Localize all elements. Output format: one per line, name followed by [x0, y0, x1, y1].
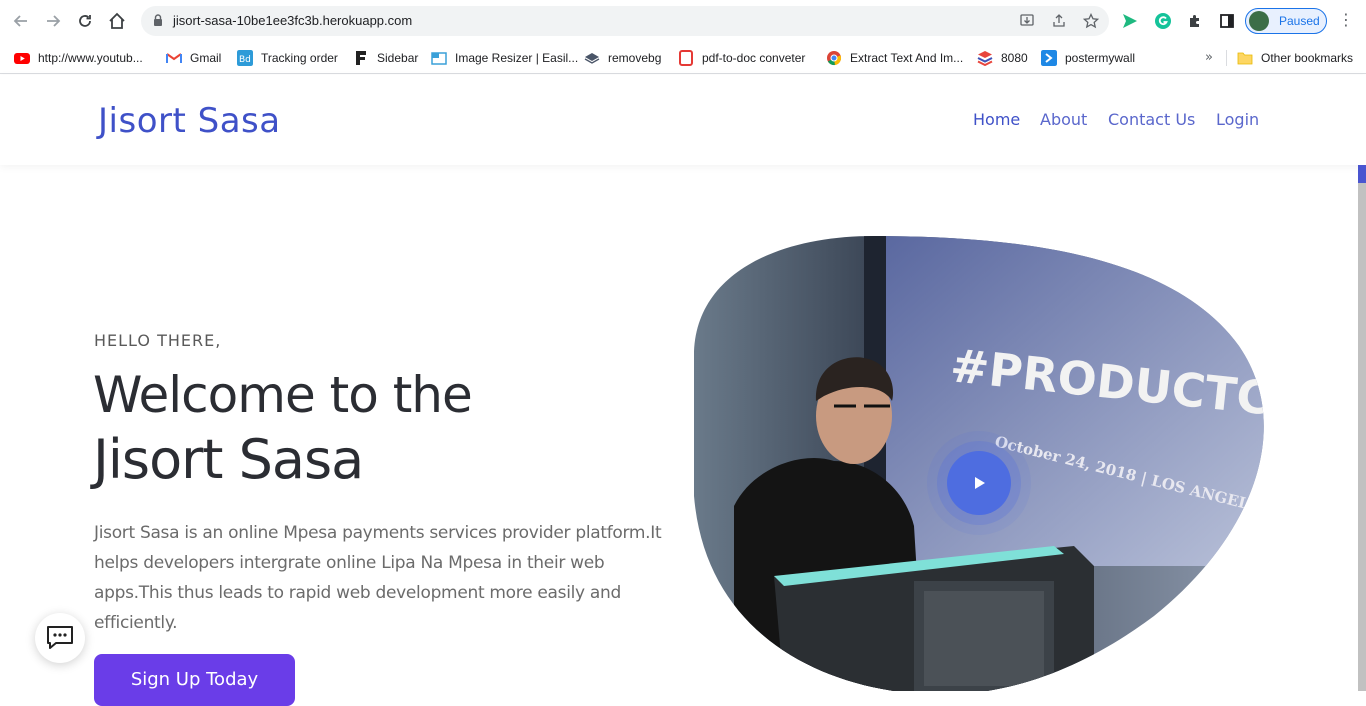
bookmarks-more-chevron[interactable]: »	[1205, 50, 1213, 65]
install-app-icon[interactable]	[1018, 13, 1036, 29]
stack-icon	[977, 51, 993, 66]
play-video-button[interactable]	[947, 451, 1011, 515]
bookmark-label: Image Resizer | Easil...	[455, 51, 579, 65]
sign-up-button[interactable]: Sign Up Today	[94, 654, 295, 706]
svg-text:Bd: Bd	[239, 55, 251, 65]
bookmark-label: 8080	[1001, 51, 1028, 65]
bookmark-label: Sidebar	[377, 51, 419, 65]
bookmark-tracking-order[interactable]: Bd Tracking order	[237, 48, 338, 68]
play-icon	[975, 477, 985, 489]
image-resizer-icon	[431, 52, 447, 65]
share-icon[interactable]	[1050, 13, 1068, 29]
bookmark-gmail[interactable]: Gmail	[166, 48, 221, 68]
nav-home[interactable]: Home	[973, 110, 1020, 129]
forward-icon[interactable]	[41, 9, 65, 33]
bd-icon: Bd	[237, 50, 253, 66]
chat-widget-button[interactable]	[35, 613, 85, 663]
profile-button[interactable]: Paused	[1245, 8, 1327, 34]
reload-icon[interactable]	[73, 9, 97, 33]
hero-title-line2: Jisort Sasa	[93, 428, 364, 491]
url-text[interactable]: jisort-sasa-10be1ee3fc3b.herokuapp.com	[173, 13, 412, 28]
bookmark-image-resizer[interactable]: Image Resizer | Easil...	[431, 48, 578, 68]
side-panel-icon[interactable]	[1217, 11, 1237, 31]
bookmark-removebg[interactable]: removebg	[584, 48, 661, 68]
site-header: Jisort Sasa Home About Contact Us Login	[0, 75, 1366, 165]
page-scrollbar[interactable]	[1358, 165, 1366, 691]
hero-eyebrow: HELLO THERE,	[94, 331, 222, 350]
bookmark-pdf-to-doc[interactable]: pdf-to-doc conveter	[678, 48, 805, 68]
bookmark-extract-text[interactable]: Extract Text And Im...	[826, 48, 963, 68]
bookmark-label: http://www.youtub...	[38, 51, 143, 65]
postermywall-icon	[1041, 50, 1057, 66]
removebg-icon	[584, 53, 600, 64]
hero-description: Jisort Sasa is an online Mpesa payments …	[94, 523, 662, 633]
pdf-icon	[679, 50, 693, 66]
bookmark-sidebar[interactable]: Sidebar	[353, 48, 418, 68]
address-bar[interactable]: jisort-sasa-10be1ee3fc3b.herokuapp.com	[141, 6, 1109, 36]
youtube-icon	[14, 53, 30, 64]
gmail-icon	[166, 53, 182, 63]
browser-toolbar: jisort-sasa-10be1ee3fc3b.herokuapp.com P…	[0, 0, 1366, 42]
bookmark-label: pdf-to-doc conveter	[702, 51, 806, 65]
bookmark-youtube[interactable]: http://www.youtub...	[14, 48, 143, 68]
extensions-puzzle-icon[interactable]	[1185, 11, 1205, 31]
bookmark-label: Extract Text And Im...	[850, 51, 964, 65]
bookmark-label: removebg	[608, 51, 662, 65]
profile-status: Paused	[1279, 14, 1320, 28]
bookmark-8080[interactable]: 8080	[977, 48, 1028, 68]
avatar	[1249, 11, 1269, 31]
scrollbar-thumb[interactable]	[1358, 165, 1366, 183]
site-brand-logo[interactable]: Jisort Sasa	[98, 101, 281, 141]
sidebar-f-icon	[356, 51, 366, 65]
chat-bubble-icon	[47, 626, 73, 649]
send-extension-icon[interactable]	[1120, 11, 1140, 31]
grammarly-icon[interactable]	[1153, 11, 1173, 31]
bookmark-label: Gmail	[190, 51, 222, 65]
bookmark-postermywall[interactable]: postermywall	[1041, 48, 1135, 68]
bookmarks-bar: http://www.youtub... Gmail Bd Tracking o…	[0, 42, 1366, 74]
back-icon[interactable]	[9, 9, 33, 33]
browser-menu-icon[interactable]: ⋮	[1338, 10, 1354, 32]
hero-title-line1: Welcome to the	[93, 366, 473, 424]
bookmark-label: postermywall	[1065, 51, 1136, 65]
bookmarks-separator	[1226, 50, 1227, 66]
bookmark-other-bookmarks[interactable]: Other bookmarks	[1237, 48, 1353, 68]
bookmark-label: Tracking order	[261, 51, 338, 65]
nav-contact-us[interactable]: Contact Us	[1108, 110, 1195, 129]
star-bookmark-icon[interactable]	[1082, 12, 1100, 29]
chrome-icon	[827, 51, 842, 66]
bookmark-label: Other bookmarks	[1261, 51, 1354, 65]
lock-icon[interactable]	[153, 14, 163, 27]
home-icon[interactable]	[105, 9, 129, 33]
nav-login[interactable]: Login	[1216, 110, 1259, 129]
nav-about[interactable]: About	[1040, 110, 1087, 129]
folder-icon	[1237, 52, 1253, 65]
